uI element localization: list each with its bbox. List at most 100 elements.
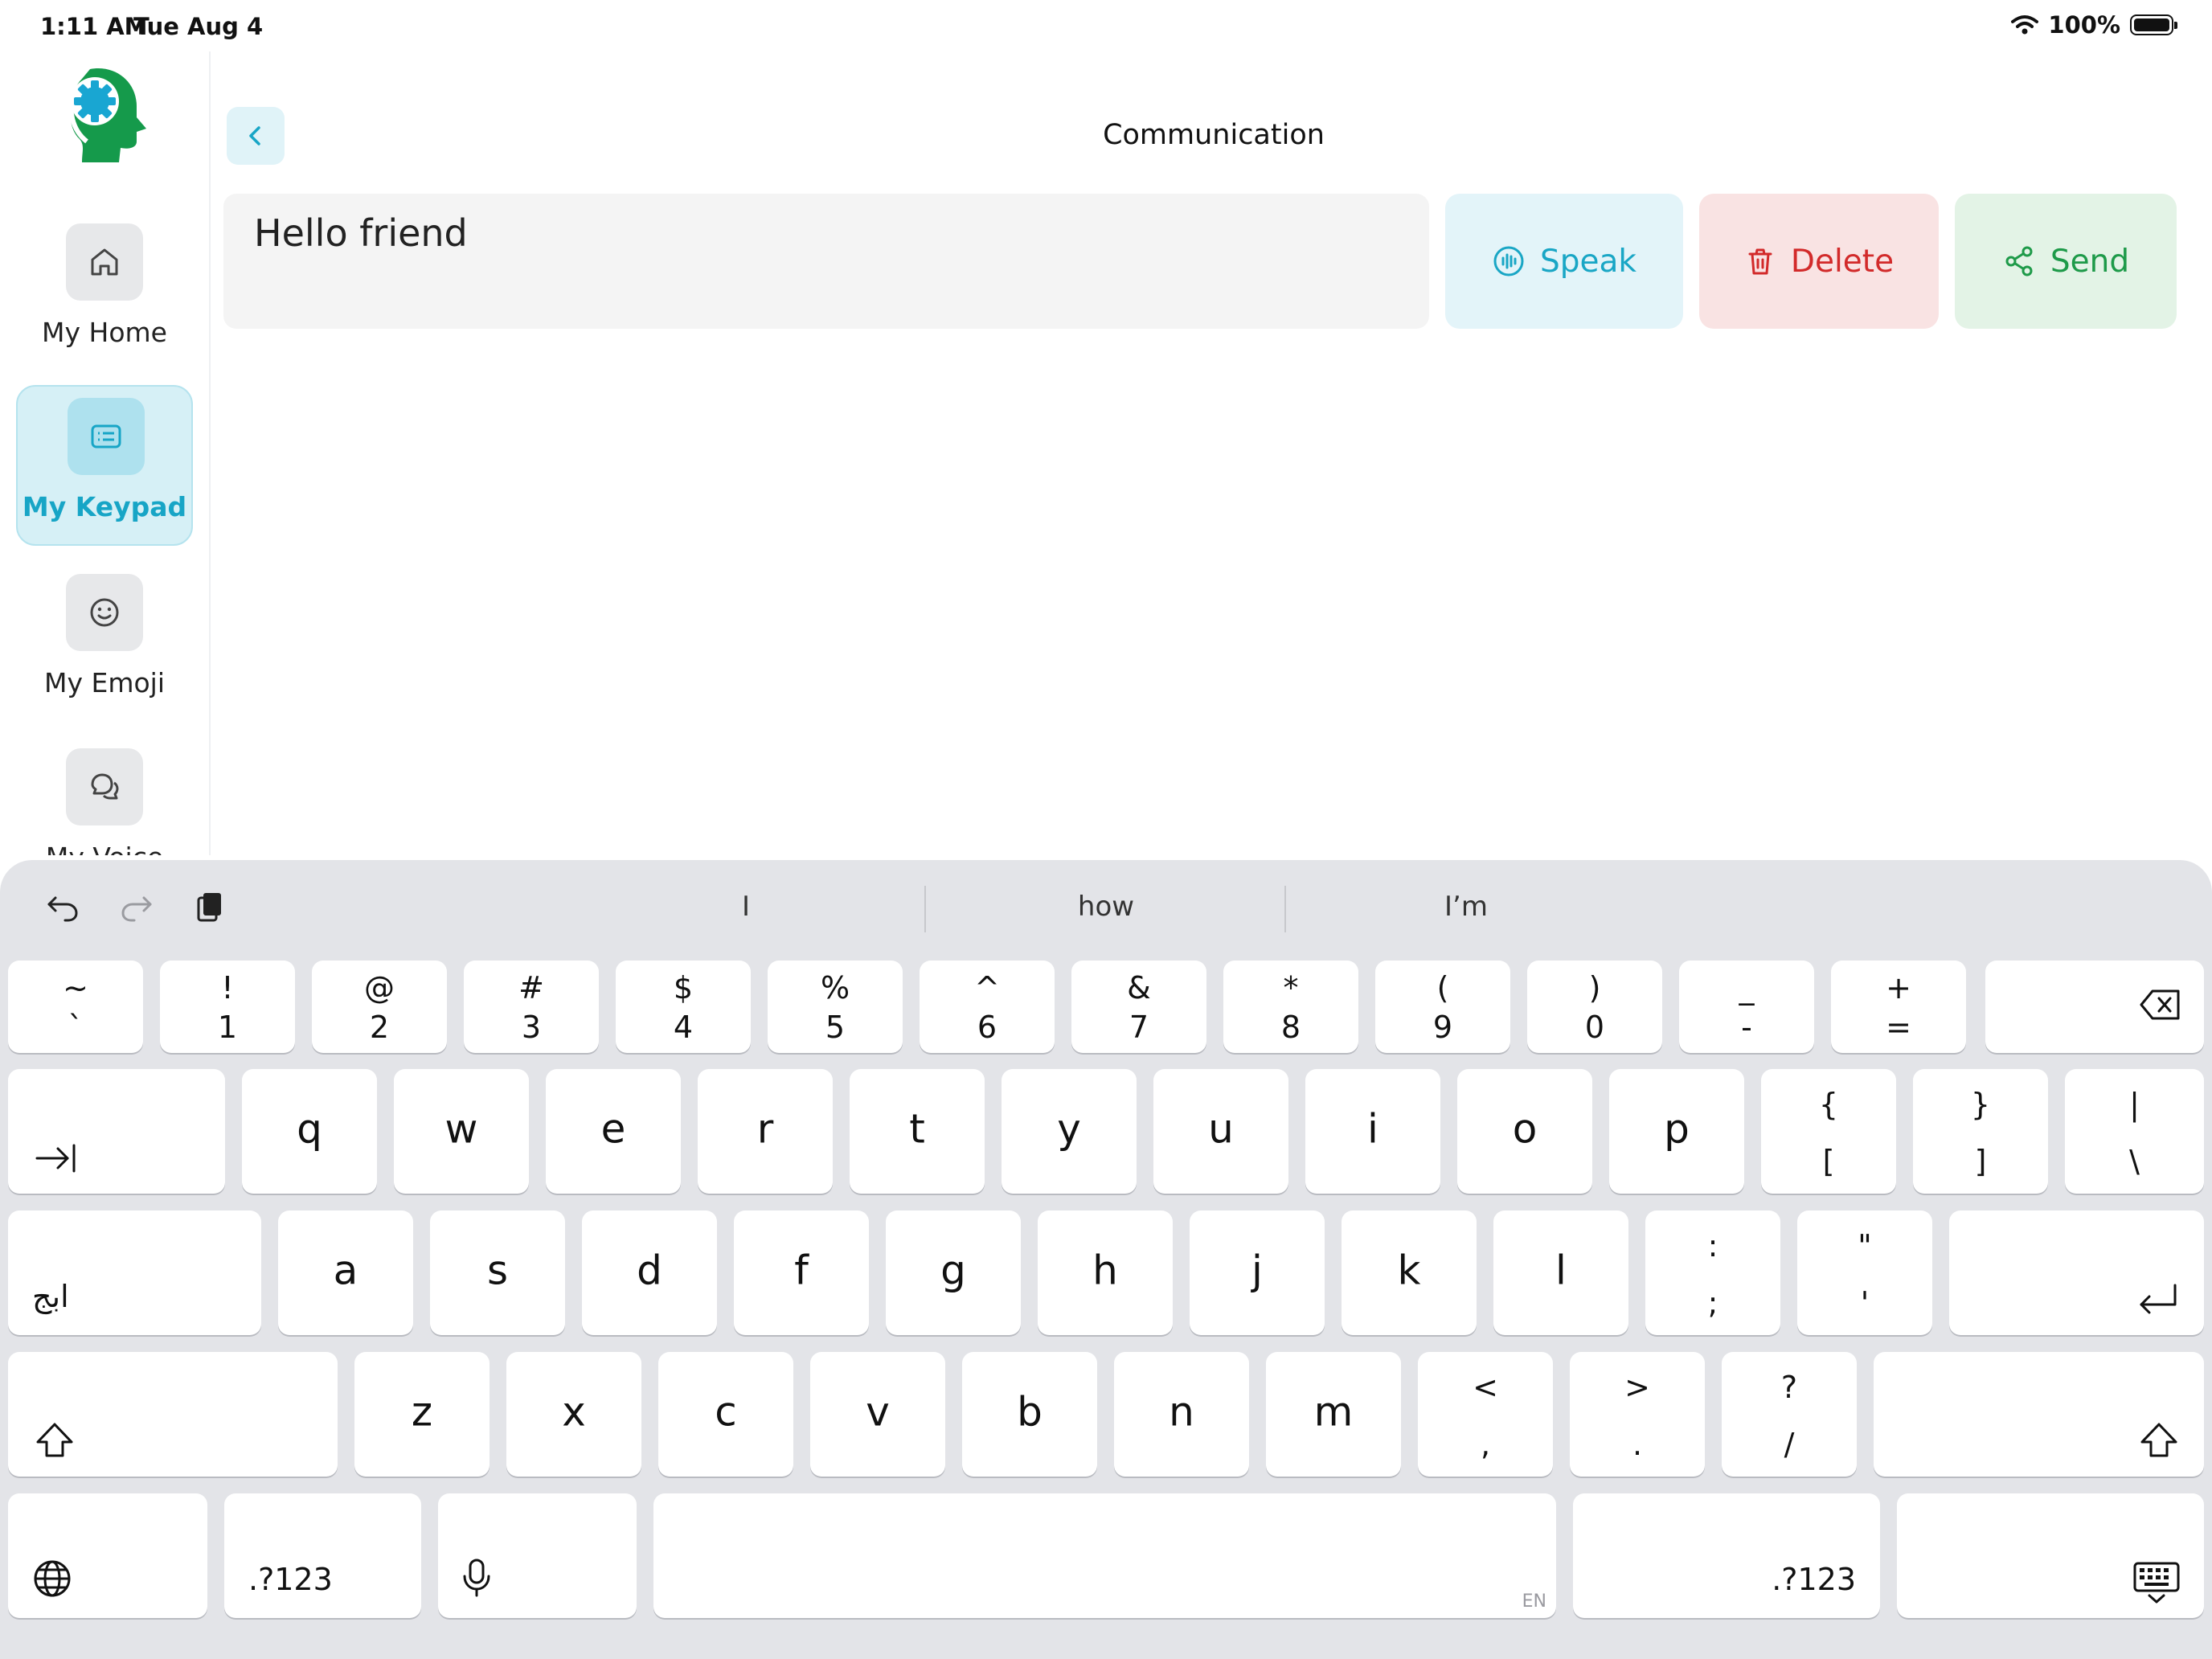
sidebar-item-my-home[interactable]: My Home — [16, 212, 193, 373]
dictation-key[interactable] — [438, 1493, 637, 1618]
key-r[interactable]: r — [698, 1069, 833, 1194]
key-5[interactable]: % 5 — [768, 961, 903, 1053]
key-q[interactable]: q — [242, 1069, 377, 1194]
shift-right-key[interactable] — [1874, 1352, 2204, 1477]
keypad-icon — [68, 398, 145, 475]
key-n[interactable]: n — [1114, 1352, 1249, 1477]
send-button[interactable]: Send — [1955, 194, 2177, 329]
key-slash[interactable]: ? / — [1722, 1352, 1857, 1477]
key-backtick[interactable]: ~ ` — [8, 961, 143, 1053]
key-o[interactable]: o — [1457, 1069, 1592, 1194]
status-date: Tue Aug 4 — [133, 13, 264, 40]
key-char: 4 — [673, 1010, 694, 1045]
undo-icon[interactable] — [40, 884, 85, 929]
key-y[interactable]: y — [1002, 1069, 1137, 1194]
key-z[interactable]: z — [354, 1352, 490, 1477]
key-char: k — [1397, 1247, 1421, 1294]
key-char: f — [794, 1247, 809, 1294]
globe-key[interactable] — [8, 1493, 207, 1618]
key-9[interactable]: (9 — [1375, 961, 1510, 1053]
key-3[interactable]: #3 — [464, 961, 599, 1053]
key-a[interactable]: a — [278, 1210, 413, 1335]
backspace-key[interactable] — [1985, 961, 2204, 1053]
key-f[interactable]: f — [734, 1210, 869, 1335]
key-minus[interactable]: _ - — [1679, 961, 1814, 1053]
emoji-icon — [66, 574, 143, 651]
key-6[interactable]: ^ 6 — [920, 961, 1055, 1053]
key-d[interactable]: d — [582, 1210, 717, 1335]
key-m[interactable]: m — [1266, 1352, 1401, 1477]
key-char: x — [562, 1388, 586, 1436]
suggestion-1[interactable]: I — [577, 891, 915, 923]
key-0[interactable]: ) 0 — [1527, 961, 1662, 1053]
back-button[interactable] — [227, 107, 285, 165]
key-w[interactable]: w — [394, 1069, 529, 1194]
key-s[interactable]: s — [430, 1210, 565, 1335]
key-j[interactable]: j — [1190, 1210, 1325, 1335]
key-v[interactable]: v — [810, 1352, 945, 1477]
key-i[interactable]: i — [1305, 1069, 1440, 1194]
key-char: ` — [68, 1010, 84, 1045]
suggestion-3[interactable]: I’m — [1297, 891, 1635, 923]
key-x[interactable]: x — [506, 1352, 641, 1477]
key-right-bracket[interactable]: }] — [1913, 1069, 2048, 1194]
key-7[interactable]: & 7 — [1071, 961, 1206, 1053]
key-char: / — [1784, 1427, 1795, 1462]
key-char: u — [1208, 1105, 1234, 1153]
key-shift-char: > — [1624, 1370, 1650, 1405]
key-b[interactable]: b — [962, 1352, 1097, 1477]
key-p[interactable]: p — [1609, 1069, 1744, 1194]
key-semicolon[interactable]: :; — [1645, 1210, 1780, 1335]
language-switch-key[interactable]: ابج — [8, 1210, 261, 1335]
paste-icon[interactable] — [186, 884, 231, 929]
key-char: 3 — [521, 1010, 542, 1045]
speak-button[interactable]: Speak — [1445, 194, 1683, 329]
key-char: p — [1664, 1105, 1690, 1153]
sidebar-item-my-emoji[interactable]: My Emoji — [16, 563, 193, 723]
key-c[interactable]: c — [658, 1352, 793, 1477]
key-shift-char: " — [1858, 1228, 1872, 1264]
key-g[interactable]: g — [886, 1210, 1021, 1335]
tab-key[interactable] — [8, 1069, 225, 1194]
key-shift-char: _ — [1739, 970, 1755, 1006]
sidebar-item-my-keypad[interactable]: My Keypad — [16, 385, 193, 546]
message-input[interactable]: Hello friend — [223, 194, 1429, 329]
key-h[interactable]: h — [1038, 1210, 1173, 1335]
key-1[interactable]: ! 1 — [160, 961, 295, 1053]
key-char: o — [1512, 1105, 1538, 1153]
key-l[interactable]: l — [1493, 1210, 1628, 1335]
key-2[interactable]: @2 — [312, 961, 447, 1053]
suggestion-2[interactable]: how — [937, 891, 1275, 923]
shift-left-key[interactable] — [8, 1352, 338, 1477]
key-shift-char: % — [820, 970, 850, 1006]
numbers-key-left[interactable]: .?123 — [224, 1493, 421, 1618]
key-quote[interactable]: " ' — [1797, 1210, 1932, 1335]
key-e[interactable]: e — [546, 1069, 681, 1194]
key-u[interactable]: u — [1153, 1069, 1288, 1194]
numbers-key-label: .?123 — [1772, 1562, 1856, 1597]
key-char: 5 — [825, 1010, 846, 1045]
redo-icon[interactable] — [114, 884, 159, 929]
microphone-icon — [463, 1559, 490, 1597]
shift-icon — [2140, 1423, 2177, 1457]
key-t[interactable]: t — [850, 1069, 985, 1194]
key-equals[interactable]: + = — [1831, 961, 1966, 1053]
key-char: n — [1169, 1388, 1194, 1436]
return-key[interactable] — [1949, 1210, 2204, 1335]
key-char: t — [909, 1105, 925, 1153]
space-key[interactable]: EN — [653, 1493, 1556, 1618]
delete-button[interactable]: Delete — [1699, 194, 1939, 329]
key-8[interactable]: * 8 — [1223, 961, 1358, 1053]
key-k[interactable]: k — [1342, 1210, 1477, 1335]
key-4[interactable]: $4 — [616, 961, 751, 1053]
key-backslash[interactable]: | \ — [2065, 1069, 2204, 1194]
status-bar: 1:11 AM Tue Aug 4 100% — [0, 0, 2212, 51]
key-shift-char: ? — [1780, 1370, 1798, 1405]
numbers-key-right[interactable]: .?123 — [1573, 1493, 1880, 1618]
sidebar-item-my-voice[interactable]: My Voice — [16, 737, 193, 855]
key-period[interactable]: >. — [1570, 1352, 1705, 1477]
key-left-bracket[interactable]: {[ — [1761, 1069, 1896, 1194]
key-comma[interactable]: <, — [1418, 1352, 1553, 1477]
dismiss-keyboard-key[interactable] — [1897, 1493, 2204, 1618]
key-char: ; — [1707, 1285, 1718, 1321]
